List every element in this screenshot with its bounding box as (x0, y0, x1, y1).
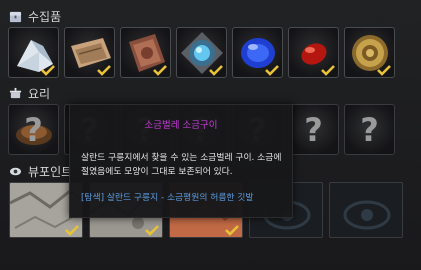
viewpoint-section-header: 뷰포인트 (9, 162, 72, 180)
check-icon (209, 65, 223, 76)
cooking-slot-7[interactable]: ? (344, 104, 395, 155)
item-tooltip: 소금벌레 소금구이 살란드 구릉지에서 찾을 수 있는 소금벌레 구이. 소금에… (69, 104, 293, 218)
tooltip-title: 소금벌레 소금구이 (144, 120, 218, 131)
check-icon (97, 65, 111, 76)
collection-slot-scroll[interactable] (64, 27, 115, 78)
collection-section-title: 수집품 (28, 9, 62, 24)
tooltip-description: 살란드 구릉지에서 찾을 수 있는 소금벌레 구이. 소금에 절였음에도 모양이… (81, 153, 282, 177)
check-icon (225, 225, 239, 236)
collection-slot-sapphire[interactable] (232, 27, 283, 78)
check-icon (145, 225, 159, 236)
viewpoint-section-title: 뷰포인트 (28, 164, 73, 179)
collection-slot-coin[interactable] (344, 27, 395, 78)
tooltip-location: [탐색] 살란드 구릉지 - 소금평원의 허름한 깃발 (81, 193, 254, 203)
cooking-section-header: 요리 (9, 84, 50, 102)
cooking-slot-1[interactable]: ? (8, 104, 59, 155)
unknown-question-icon: ? (304, 110, 323, 149)
collection-section-header: 수집품 (9, 7, 61, 25)
cooking-pot-icon (9, 87, 22, 98)
viewpoint-slot-5[interactable] (329, 182, 403, 238)
unknown-question-icon: ? (24, 110, 43, 149)
check-icon (41, 65, 55, 76)
eye-locked-icon (343, 200, 391, 230)
collection-slot-book[interactable] (120, 27, 171, 78)
check-icon (377, 65, 391, 76)
cooking-section-title: 요리 (28, 86, 51, 101)
unknown-question-icon: ? (360, 110, 379, 149)
cooking-slot-6[interactable]: ? (288, 104, 339, 155)
collection-items-row (8, 27, 395, 78)
collection-slot-ruby[interactable] (288, 27, 339, 78)
collection-slot-salt[interactable] (8, 27, 59, 78)
check-icon (65, 225, 79, 236)
eye-icon (9, 167, 22, 175)
collection-panel: 수집품 요리 ? ? ? 뷰포인트 소금벌레 소금구이 살란드 구릉지에서 찾을… (0, 0, 421, 270)
collection-slot-amulet[interactable] (176, 27, 227, 78)
treasure-chest-icon (9, 11, 22, 22)
check-icon (265, 65, 279, 76)
check-icon (321, 65, 335, 76)
check-icon (153, 65, 167, 76)
